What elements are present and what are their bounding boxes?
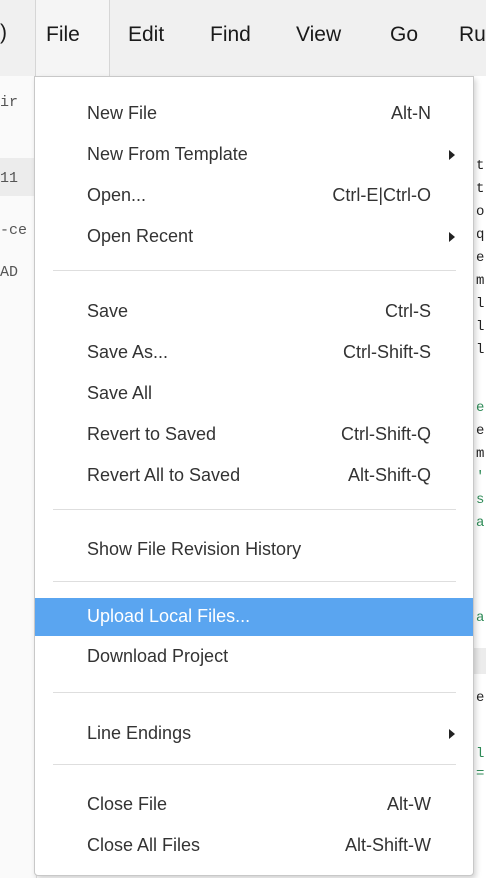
code-char: l (476, 342, 485, 358)
code-char: a (476, 515, 485, 531)
menu-item-label: Save (87, 301, 129, 321)
menu-item-label: Save All (87, 383, 153, 403)
menu-view[interactable]: View (296, 23, 341, 47)
menu-item-shortcut: Alt-Shift-Q (347, 465, 431, 485)
code-char: l (476, 746, 485, 762)
menu-go[interactable]: Go (390, 23, 418, 47)
menu-item-revert-all-to-saved[interactable]: Revert All to Saved Alt-Shift-Q (35, 459, 473, 493)
menu-item-shortcut: Ctrl-Shift-S (342, 342, 431, 362)
code-char: t (476, 158, 485, 174)
left-panel-text: 11 (0, 170, 19, 187)
menu-item-download-project[interactable]: Download Project (35, 640, 473, 674)
menu-item-label: Line Endings (87, 723, 192, 743)
submenu-arrow-icon (449, 729, 455, 739)
code-char: m (476, 446, 485, 462)
menu-item-revert-to-saved[interactable]: Revert to Saved Ctrl-Shift-Q (35, 418, 473, 452)
menu-item-save-all[interactable]: Save All (35, 377, 473, 411)
code-char: = (476, 766, 485, 782)
menu-item-line-endings[interactable]: Line Endings (35, 717, 473, 751)
menu-item-shortcut: Alt-Shift-W (344, 835, 431, 855)
code-char: e (476, 690, 485, 706)
menu-go-partial[interactable]: ) (0, 21, 7, 45)
submenu-arrow-icon (449, 150, 455, 160)
menu-item-shortcut: Ctrl-E|Ctrl-O (332, 185, 431, 205)
menu-item-close-file[interactable]: Close File Alt-W (35, 788, 473, 822)
menu-find[interactable]: Find (210, 23, 251, 47)
menu-item-label: Show File Revision History (87, 539, 302, 559)
menu-bar: ) File Edit Find View Go Ru (0, 0, 486, 76)
menu-item-label: New File (87, 103, 158, 123)
code-char: q (476, 227, 485, 243)
code-char: o (476, 204, 485, 220)
menu-item-shortcut: Ctrl-Shift-Q (341, 424, 431, 444)
menu-item-upload-local-files[interactable]: Upload Local Files... (35, 598, 473, 636)
left-panel-text: -ce (0, 222, 28, 239)
menu-item-label: New From Template (87, 144, 248, 164)
file-menu-dropdown: New File Alt-N New From Template Open...… (34, 76, 474, 876)
menu-item-label: Revert All to Saved (87, 465, 241, 485)
left-panel-text: AD (0, 264, 19, 281)
code-char: e (476, 423, 485, 439)
menu-item-save-as[interactable]: Save As... Ctrl-Shift-S (35, 336, 473, 370)
menu-item-show-file-revision-history[interactable]: Show File Revision History (35, 533, 473, 567)
menu-separator (53, 692, 456, 693)
code-char: l (476, 296, 485, 312)
submenu-arrow-icon (449, 232, 455, 242)
code-editor-band (474, 648, 486, 674)
code-char: t (476, 181, 485, 197)
menu-item-label: Revert to Saved (87, 424, 217, 444)
menu-item-close-all-files[interactable]: Close All Files Alt-Shift-W (35, 829, 473, 863)
menu-item-label: Open Recent (87, 226, 194, 246)
code-char: m (476, 273, 485, 289)
menu-item-new-file[interactable]: New File Alt-N (35, 97, 473, 131)
menu-item-label: Upload Local Files... (87, 606, 251, 626)
menu-item-open[interactable]: Open... Ctrl-E|Ctrl-O (35, 179, 473, 213)
menu-item-new-from-template[interactable]: New From Template (35, 138, 473, 172)
menu-item-save[interactable]: Save Ctrl-S (35, 295, 473, 329)
menu-separator (53, 581, 456, 582)
code-char: ' (476, 469, 485, 485)
menu-item-shortcut: Ctrl-S (385, 301, 431, 321)
menu-item-label: Close File (87, 794, 168, 814)
menu-item-label: Open... (87, 185, 147, 205)
menu-item-label: Download Project (87, 646, 229, 666)
menu-run[interactable]: Ru (459, 23, 486, 47)
menu-item-shortcut: Alt-N (391, 103, 431, 123)
menu-item-label: Save As... (87, 342, 169, 362)
menu-separator (53, 270, 456, 271)
menu-separator (53, 764, 456, 765)
code-char: s (476, 492, 485, 508)
menu-file[interactable]: File (46, 23, 80, 47)
code-char: l (476, 319, 485, 335)
menu-edit[interactable]: Edit (128, 23, 164, 47)
code-char: e (476, 400, 485, 416)
menu-separator (53, 509, 456, 510)
code-char: a (476, 610, 485, 626)
code-char: e (476, 250, 485, 266)
menu-item-shortcut: Alt-W (387, 794, 431, 814)
left-panel-text: ir (0, 94, 19, 111)
left-side-panel: ir 11 -ce AD (0, 76, 37, 878)
menu-item-label: Close All Files (87, 835, 201, 855)
menu-item-open-recent[interactable]: Open Recent (35, 220, 473, 254)
